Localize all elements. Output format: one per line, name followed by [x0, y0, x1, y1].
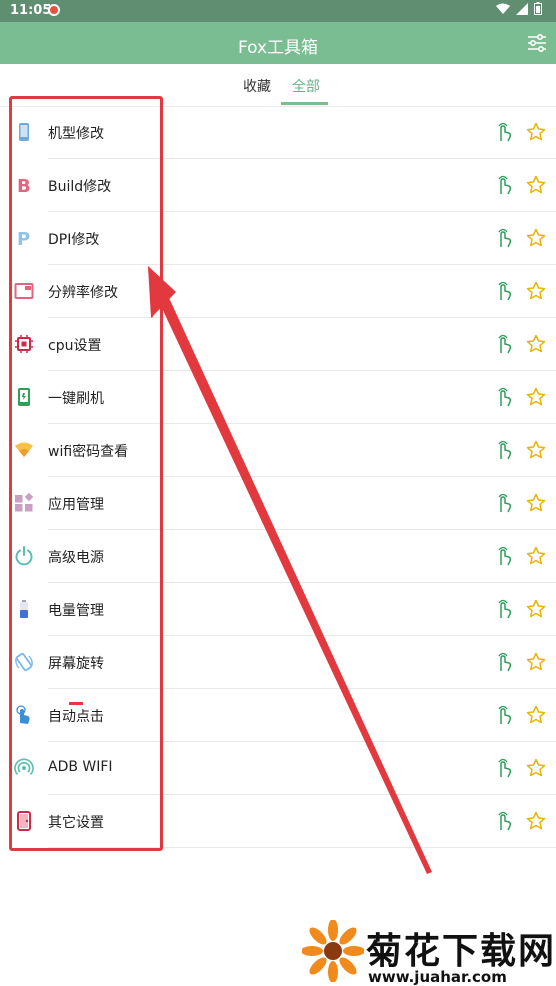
tap-hand-icon[interactable] — [494, 757, 514, 779]
star-icon[interactable] — [526, 175, 546, 195]
filter-settings-icon[interactable] — [526, 32, 548, 54]
star-icon[interactable] — [526, 387, 546, 407]
tap-hand-icon[interactable] — [494, 651, 514, 673]
highlight-box — [9, 96, 163, 851]
status-time: 11:05 — [10, 3, 52, 18]
watermark-text: 菊花下载网 — [366, 931, 556, 972]
tap-hand-icon[interactable] — [494, 439, 514, 461]
star-icon[interactable] — [526, 122, 546, 142]
star-icon[interactable] — [526, 758, 546, 778]
flower-logo-icon — [302, 920, 364, 982]
star-icon[interactable] — [526, 652, 546, 672]
recording-icon — [48, 4, 60, 16]
star-icon[interactable] — [526, 281, 546, 301]
star-icon[interactable] — [526, 493, 546, 513]
tap-hand-icon[interactable] — [494, 227, 514, 249]
star-icon[interactable] — [526, 546, 546, 566]
app-title: Fox工具箱 — [237, 38, 319, 58]
tab-active-indicator — [281, 102, 328, 105]
star-icon[interactable] — [526, 228, 546, 248]
tap-hand-icon[interactable] — [494, 598, 514, 620]
star-icon[interactable] — [526, 440, 546, 460]
tab-favorites[interactable]: 收藏 — [243, 76, 271, 96]
tap-hand-icon[interactable] — [494, 704, 514, 726]
status-bar: 11:05 — [0, 0, 556, 22]
tap-hand-icon[interactable] — [494, 121, 514, 143]
cell-signal-icon — [516, 2, 528, 15]
tap-hand-icon[interactable] — [494, 386, 514, 408]
tap-hand-icon[interactable] — [494, 174, 514, 196]
star-icon[interactable] — [526, 334, 546, 354]
watermark-url: www.juahar.com — [368, 968, 507, 986]
tap-hand-icon[interactable] — [494, 333, 514, 355]
tap-hand-icon[interactable] — [494, 545, 514, 567]
tab-all[interactable]: 全部 — [292, 76, 320, 96]
system-icons — [496, 2, 542, 15]
tap-hand-icon[interactable] — [494, 492, 514, 514]
wifi-signal-icon — [496, 3, 510, 14]
tap-hand-icon[interactable] — [494, 810, 514, 832]
star-icon[interactable] — [526, 599, 546, 619]
app-bar: Fox工具箱 — [0, 22, 556, 64]
tap-hand-icon[interactable] — [494, 280, 514, 302]
battery-status-icon — [534, 2, 542, 15]
watermark: 菊花下载网 www.juahar.com — [300, 918, 556, 986]
star-icon[interactable] — [526, 811, 546, 831]
star-icon[interactable] — [526, 705, 546, 725]
